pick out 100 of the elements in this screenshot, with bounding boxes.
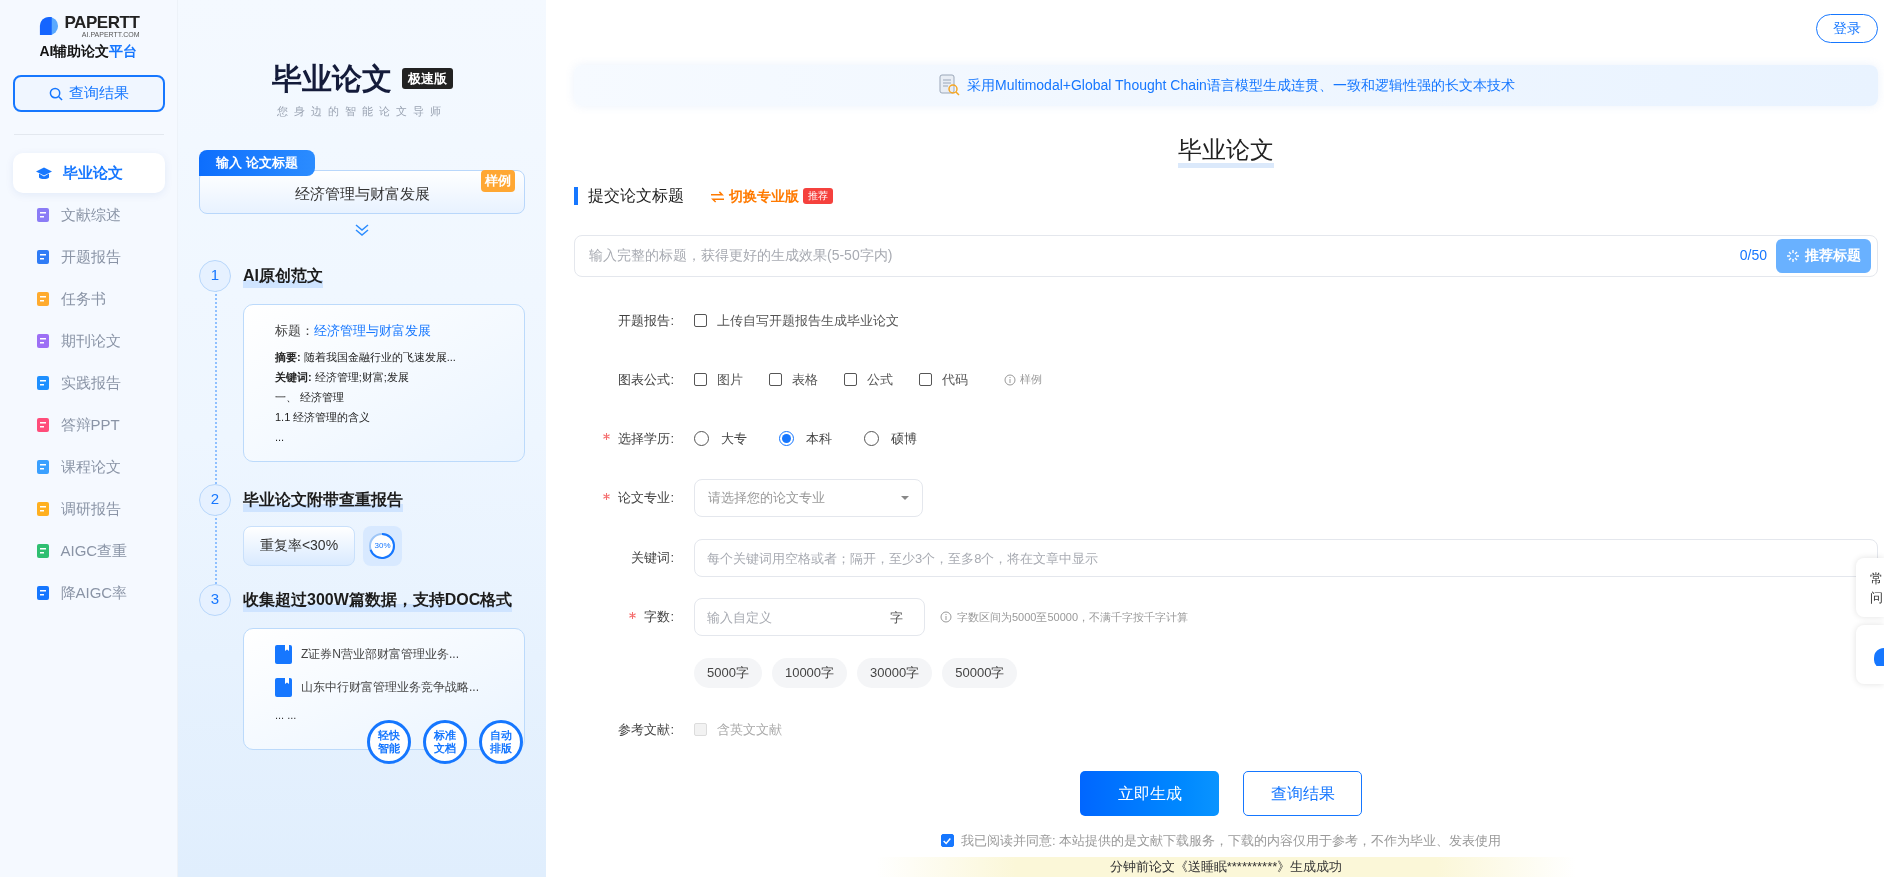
document-icon <box>34 333 51 349</box>
ring-gauge-icon <box>368 531 396 560</box>
sample-link[interactable]: 样例 <box>1020 371 1042 388</box>
book-icon <box>275 677 292 697</box>
required-icon <box>603 492 611 500</box>
generate-button[interactable]: 立即生成 <box>1080 771 1219 817</box>
banner-text: 采用Multimodal+Global Thought Chain语言模型生成连贯、一致和逻辑性强的长文本技术 <box>967 75 1515 95</box>
info-icon <box>1004 373 1016 386</box>
brand-tagline-accent: 平台 <box>109 42 138 61</box>
agreement-text: 我已阅读并同意: 本站提供的是文献下载服务，下载的内容仅用于参考，不作为毕业、发表使用 <box>960 832 1502 851</box>
sidebar-item[interactable]: 开题报告 <box>12 237 165 277</box>
essay-title-label: 标题： <box>275 321 314 340</box>
checkbox-option[interactable]: 上传自写开题报告生成毕业论文 <box>694 310 899 331</box>
reference-title: Z证券N营业部财富管理业务... <box>301 646 459 663</box>
section-title: 提交论文标题 <box>574 187 684 206</box>
sparkle-icon <box>1786 248 1800 263</box>
recommend-badge: 推荐 <box>803 188 833 205</box>
document-icon <box>34 585 51 601</box>
required-icon <box>603 433 611 441</box>
document-icon <box>34 501 51 517</box>
checkmark-icon <box>942 835 953 846</box>
document-icon <box>34 375 51 391</box>
sample-badge: 样例 <box>481 169 515 192</box>
query-results-button[interactable]: 查询结果 <box>12 75 165 112</box>
word-count-chip[interactable]: 30000字 <box>857 658 933 689</box>
dropdown-caret-icon <box>901 496 909 501</box>
brand-name: PAPERTT <box>64 14 140 31</box>
brand-tagline: AI辅助论文 <box>39 42 110 61</box>
query-results-button[interactable]: 查询结果 <box>1243 771 1362 817</box>
generation-ticker: 分钟前论文《送睡眠**********》生成成功 <box>1109 857 1343 876</box>
field-label: 图表公式: <box>618 370 674 389</box>
essay-line: 关键词: 经济管理;财富;发展 <box>275 370 410 385</box>
slogan: 您身边的智能论文导师 <box>277 104 447 119</box>
support-tab[interactable] <box>1856 625 1884 684</box>
sidebar-item[interactable]: 实践报告 <box>12 363 165 403</box>
major-select[interactable]: 请选择您的论文专业 <box>694 479 923 518</box>
sidebar-item[interactable]: 文献综述 <box>12 195 165 235</box>
checkbox-option[interactable]: 公式 <box>844 369 893 390</box>
graduation-cap-icon <box>34 165 53 181</box>
checkbox-option[interactable]: 代码 <box>919 369 968 390</box>
ellipsis-text: ... ... <box>275 707 297 723</box>
step-number: 3 <box>199 583 231 616</box>
checkbox[interactable] <box>694 373 707 387</box>
document-icon <box>34 459 51 475</box>
checkbox[interactable] <box>769 373 782 387</box>
switch-pro-link[interactable]: 切换专业版 <box>710 185 799 207</box>
character-counter: 0/50 <box>1739 246 1767 266</box>
page-title: 毕业论文 <box>271 61 392 97</box>
required-icon <box>629 611 637 619</box>
essay-line: 1.1 经济管理的含义 <box>275 410 372 425</box>
search-icon <box>48 86 63 101</box>
sidebar-item[interactable]: 课程论文 <box>12 447 165 487</box>
sidebar-item[interactable]: 调研报告 <box>12 489 165 529</box>
document-icon <box>34 249 51 265</box>
radio-option[interactable]: 硕博 <box>864 428 917 449</box>
field-label: 论文专业: <box>618 489 674 508</box>
essay-line: 一、 经济管理 <box>275 390 346 405</box>
recommend-title-button[interactable]: 推荐标题 <box>1776 238 1871 273</box>
similarity-chip: 重复率<30% <box>243 525 355 566</box>
sidebar-item[interactable]: 答辩PPT <box>12 405 165 445</box>
sidebar-item[interactable]: 任务书 <box>12 279 165 319</box>
sidebar-item[interactable]: AIGC查重 <box>12 531 165 571</box>
document-icon <box>34 207 51 223</box>
swap-arrows-icon <box>710 189 725 203</box>
word-count-chip[interactable]: 5000字 <box>694 658 762 689</box>
document-icon <box>34 417 51 433</box>
similarity-ring: 30% <box>363 525 402 566</box>
checkbox[interactable] <box>919 373 932 387</box>
document-icon <box>34 291 51 307</box>
field-label: 选择学历: <box>618 429 674 448</box>
hint-text: 字数区间为5000至50000，不满千字按千字计算 <box>957 609 1189 625</box>
essay-title-value: 经济管理与财富发展 <box>314 321 431 340</box>
radio-option[interactable]: 大专 <box>694 428 747 449</box>
book-icon <box>275 644 292 664</box>
checkbox[interactable] <box>940 834 954 848</box>
checkbox[interactable] <box>844 373 857 387</box>
checkbox[interactable] <box>694 314 707 328</box>
field-label: 开题报告: <box>618 311 674 330</box>
reference-title: 山东中行财富管理业务竞争战略... <box>301 679 479 696</box>
login-button[interactable]: 登录 <box>1816 14 1878 43</box>
checkbox-option[interactable]: 图片 <box>694 369 743 390</box>
word-count-chip[interactable]: 50000字 <box>942 658 1018 689</box>
unit-label: 字 <box>890 609 903 628</box>
sidebar-item[interactable]: 期刊论文 <box>12 321 165 361</box>
field-label: 参考文献: <box>618 720 674 739</box>
step-number: 1 <box>199 259 231 292</box>
word-count-chip[interactable]: 10000字 <box>771 658 848 689</box>
chevron-down-icon <box>355 223 369 236</box>
radio-option[interactable]: 本科 <box>779 428 832 449</box>
sidebar-item[interactable]: 降AIGC率 <box>12 573 165 613</box>
checkbox-option[interactable]: 表格 <box>769 369 818 390</box>
field-label: 字数: <box>644 608 674 627</box>
faq-tab[interactable]: 常 问 <box>1856 558 1884 617</box>
title-input-field[interactable]: 输入完整的标题，获得更好的生成效果(5-50字内) 0/50 推荐标题 <box>574 234 1878 278</box>
field-label: 关键词: <box>631 549 674 568</box>
step-number: 2 <box>199 483 231 516</box>
essay-line: 摘要: 随着我国金融行业的飞速发展... <box>275 350 457 365</box>
sidebar-item[interactable]: 毕业论文 <box>12 153 165 193</box>
info-icon <box>940 611 952 624</box>
essay-line: ... <box>275 430 286 445</box>
